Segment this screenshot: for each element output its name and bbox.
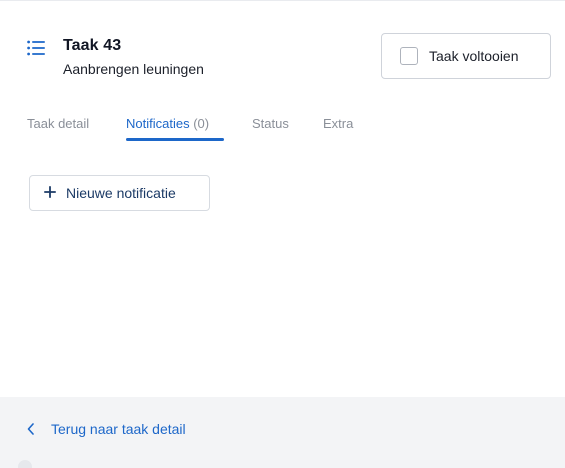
tab-extra[interactable]: Extra xyxy=(323,116,353,131)
complete-task-label: Taak voltooien xyxy=(429,48,519,64)
footer-handle xyxy=(18,460,32,468)
back-link-label: Terug naar taak detail xyxy=(51,421,186,437)
new-notification-button[interactable]: Nieuwe notificatie xyxy=(29,175,210,211)
plus-icon xyxy=(44,186,56,198)
task-panel: Taak 43 Aanbrengen leuningen Taak voltoo… xyxy=(0,0,565,468)
tab-extra-label: Extra xyxy=(323,116,354,131)
task-subtitle: Aanbrengen leuningen xyxy=(63,61,204,77)
new-notification-label: Nieuwe notificatie xyxy=(66,185,176,201)
tab-notifications[interactable]: Notificaties (0) xyxy=(126,116,209,131)
top-divider xyxy=(0,0,565,1)
footer-bar: Terug naar taak detail xyxy=(0,397,565,468)
active-tab-indicator xyxy=(126,138,224,141)
tab-task-detail[interactable]: Taak detail xyxy=(27,116,89,131)
tab-task-detail-label: Taak detail xyxy=(27,116,90,131)
list-icon xyxy=(27,40,45,56)
complete-task-checkbox[interactable] xyxy=(400,47,418,65)
complete-task-button[interactable]: Taak voltooien xyxy=(381,33,551,79)
task-title: Taak 43 xyxy=(63,37,122,54)
chevron-left-icon xyxy=(27,423,34,435)
tab-status-label: Status xyxy=(252,116,289,131)
tab-status[interactable]: Status xyxy=(252,116,289,131)
tab-notifications-label: Notificaties xyxy=(126,116,190,131)
tab-notifications-count: (0) xyxy=(193,116,210,131)
